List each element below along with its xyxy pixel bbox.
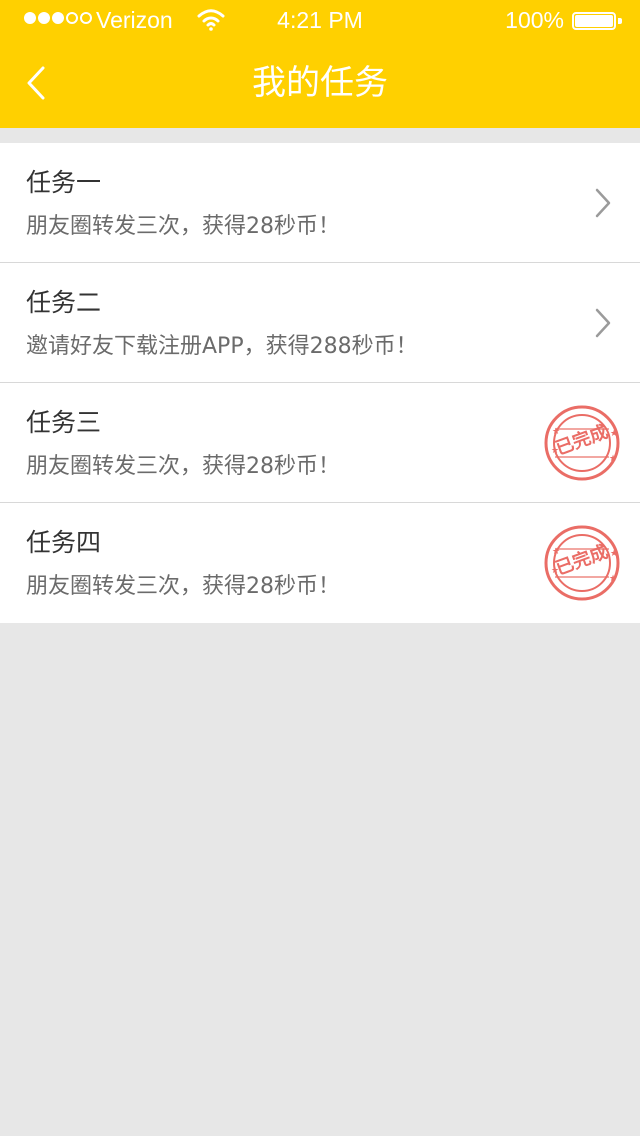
top-bar: Verizon 4:21 PM 100% 我的任务 [0,0,640,128]
task-description: 朋友圈转发三次，获得28秒币！ [26,574,340,599]
task-title: 任务四 [26,528,102,557]
battery-icon [572,10,624,32]
task-row-2[interactable]: 任务二 邀请好友下载注册APP，获得288秒币！ [0,263,640,383]
task-row-3[interactable]: 任务三 朋友圈转发三次，获得28秒币！ ★ ★ ★ ★ 已完成 [0,383,640,503]
svg-text:★: ★ [552,547,560,557]
battery-percent: 100% [505,7,564,33]
svg-text:★: ★ [552,427,560,437]
task-row-1[interactable]: 任务一 朋友圈转发三次，获得28秒币！ [0,143,640,263]
task-title: 任务二 [26,288,102,317]
task-description: 邀请好友下载注册APP，获得288秒币！ [26,334,418,359]
navigation-bar: 我的任务 [0,40,640,128]
task-title: 任务三 [26,408,102,437]
chevron-right-icon[interactable] [594,187,612,219]
task-list: 任务一 朋友圈转发三次，获得28秒币！ 任务二 邀请好友下载注册APP，获得28… [0,143,640,623]
task-description: 朋友圈转发三次，获得28秒币！ [26,214,340,239]
completed-stamp-icon: ★ ★ ★ ★ 已完成 [542,523,622,603]
svg-text:★: ★ [609,574,617,584]
chevron-right-icon[interactable] [594,307,612,339]
completed-stamp-icon: ★ ★ ★ ★ 已完成 [542,403,622,483]
page-title: 我的任务 [252,63,388,103]
task-description: 朋友圈转发三次，获得28秒币！ [26,454,340,479]
task-title: 任务一 [26,168,102,197]
svg-text:★: ★ [609,454,617,464]
status-bar: Verizon 4:21 PM 100% [0,0,640,40]
task-row-4[interactable]: 任务四 朋友圈转发三次，获得28秒币！ ★ ★ ★ ★ 已完成 [0,503,640,623]
task-screen: Verizon 4:21 PM 100% 我的任务 任务一 朋友圈转发三次，获得… [0,0,640,1136]
